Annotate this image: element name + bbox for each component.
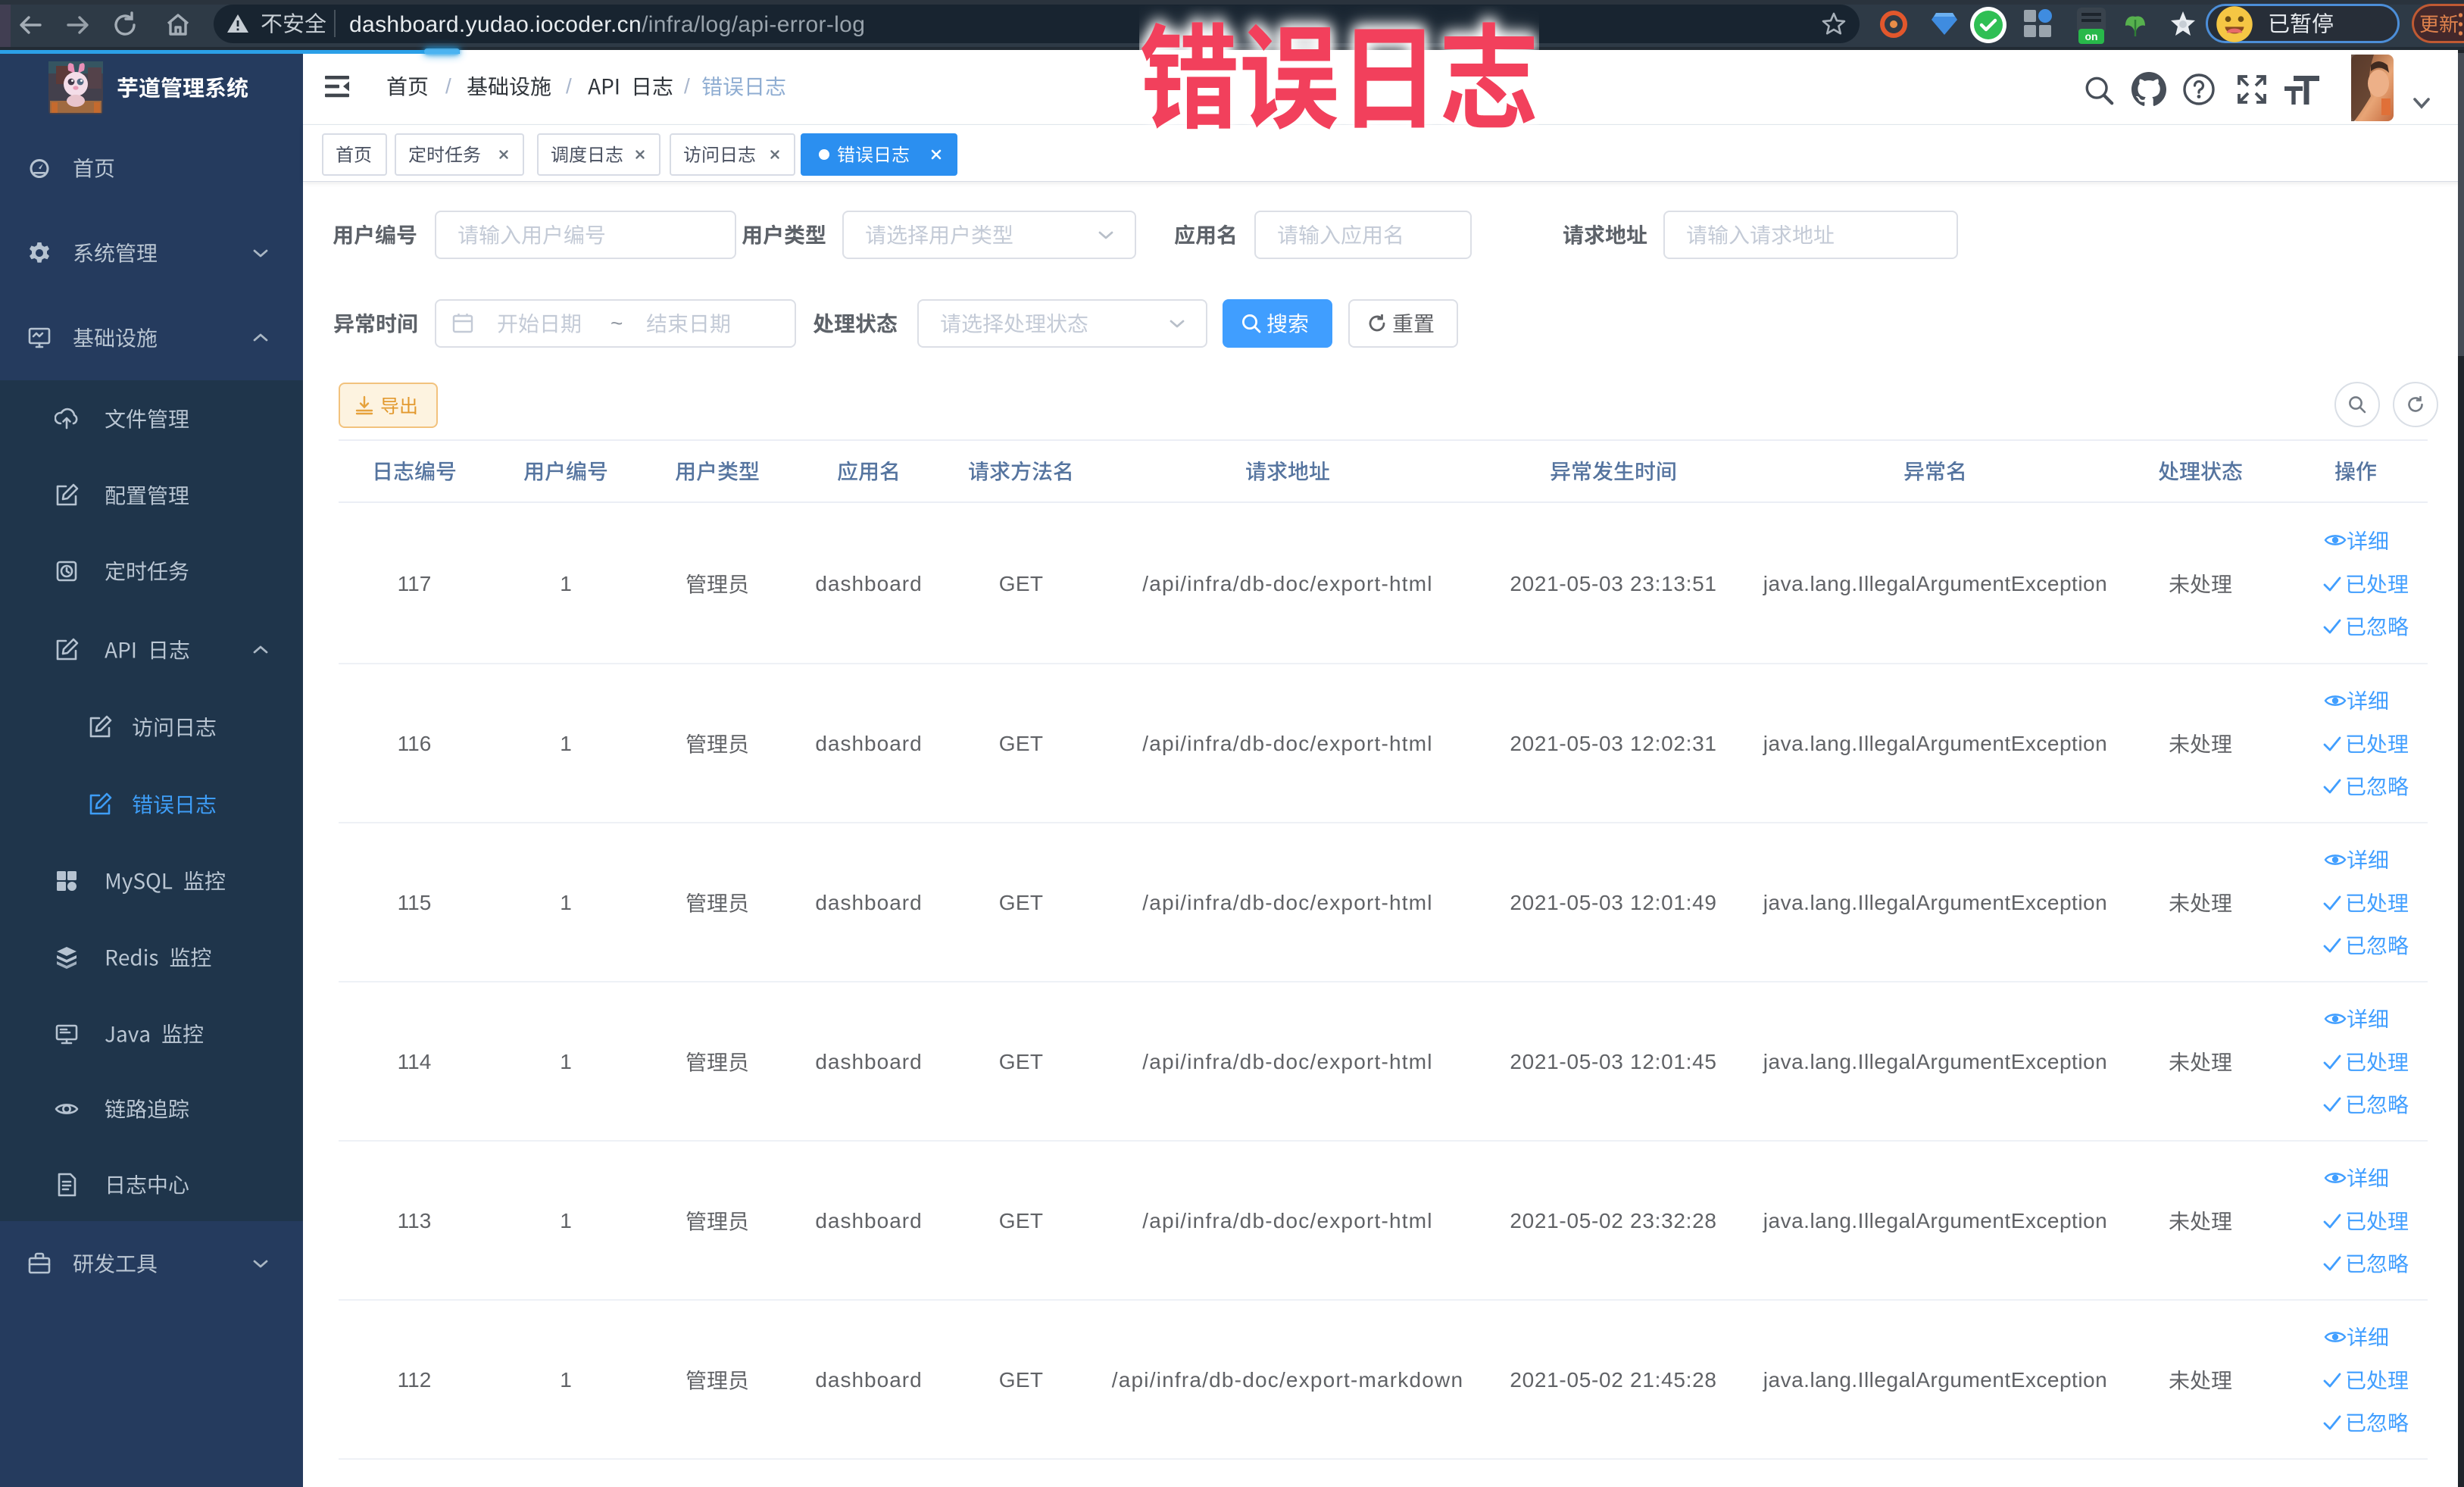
- svg-text:on: on: [2085, 30, 2097, 42]
